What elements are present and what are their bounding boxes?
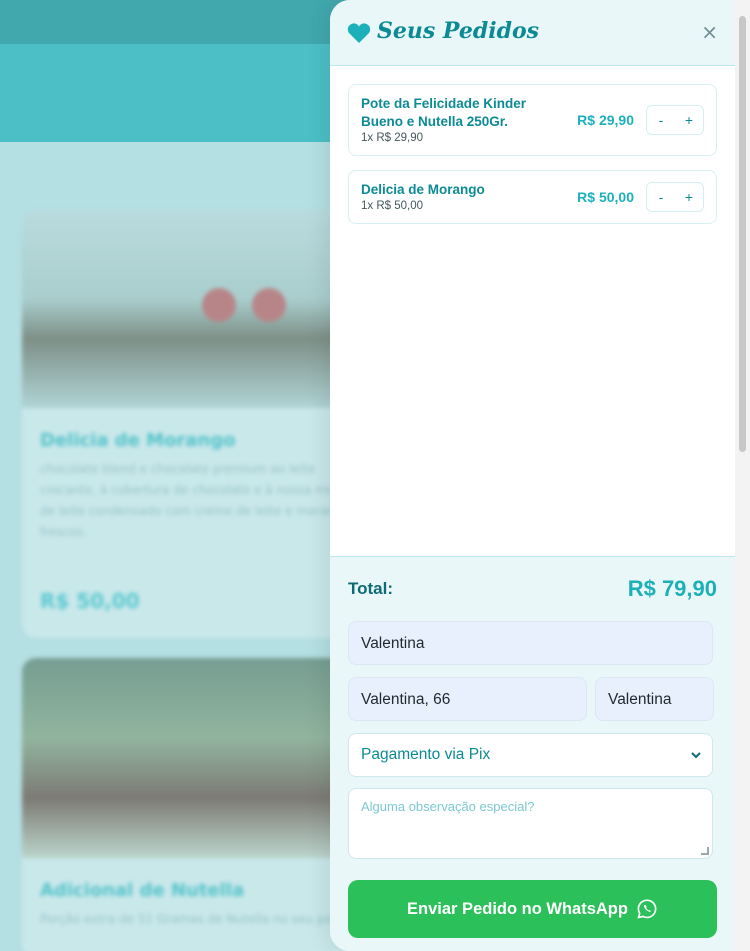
cart-item-quantity: 1x R$ 29,90 [361,132,424,144]
notes-placeholder: Alguma observação especial? [361,799,535,814]
payment-select[interactable]: Pagamento via Pix [348,733,713,777]
quantity-stepper: - + [646,104,704,135]
cart-item-info: Delicia de Morango 1x R$ 50,00 [361,181,569,212]
cart-item-name: Pote da Felicidade Kinder Bueno e Nutell… [361,96,527,129]
street-field[interactable]: Valentina, 66 [348,677,587,721]
cart-item-info: Pote da Felicidade Kinder Bueno e Nutell… [361,95,569,144]
cart-items-list: Pote da Felicidade Kinder Bueno e Nutell… [330,66,735,556]
close-icon[interactable]: × [701,20,718,44]
cart-item-quantity: 1x R$ 50,00 [361,200,424,212]
send-whatsapp-button[interactable]: Enviar Pedido no WhatsApp [348,880,717,938]
cart-item: Delicia de Morango 1x R$ 50,00 R$ 50,00 … [348,170,717,224]
heart-icon [347,23,371,43]
decrease-button[interactable]: - [647,106,675,134]
total-value: R$ 79,90 [627,576,717,601]
cart-item-price: R$ 29,90 [577,111,634,128]
whatsapp-icon [637,899,657,919]
checkout-footer: Total: R$ 79,90 Valentina Valentina, 66 … [330,556,735,951]
drawer-title: Seus Pedidos [377,18,540,44]
notes-textarea[interactable]: Alguma observação especial? [348,788,713,859]
total-label: Total: [348,579,394,598]
scrollbar-thumb[interactable] [739,16,746,452]
increase-button[interactable]: + [675,183,703,211]
cart-drawer: Seus Pedidos × Pote da Felicidade Kinder… [330,0,735,951]
decrease-button[interactable]: - [647,183,675,211]
quantity-stepper: - + [646,181,704,212]
drawer-header: Seus Pedidos × [330,0,735,66]
cart-item-name: Delicia de Morango [361,182,485,197]
resize-handle[interactable] [701,847,709,855]
name-field[interactable]: Valentina [348,621,713,665]
chevron-down-icon [691,752,701,759]
total-row: Total: R$ 79,90 [348,557,717,621]
send-button-label: Enviar Pedido no WhatsApp [407,899,628,918]
increase-button[interactable]: + [675,106,703,134]
neighborhood-field[interactable]: Valentina [595,677,714,721]
cart-item-price: R$ 50,00 [577,188,634,205]
cart-item: Pote da Felicidade Kinder Bueno e Nutell… [348,84,717,156]
payment-selected-value: Pagamento via Pix [361,746,491,763]
address-row: Valentina, 66 Valentina [348,677,717,721]
